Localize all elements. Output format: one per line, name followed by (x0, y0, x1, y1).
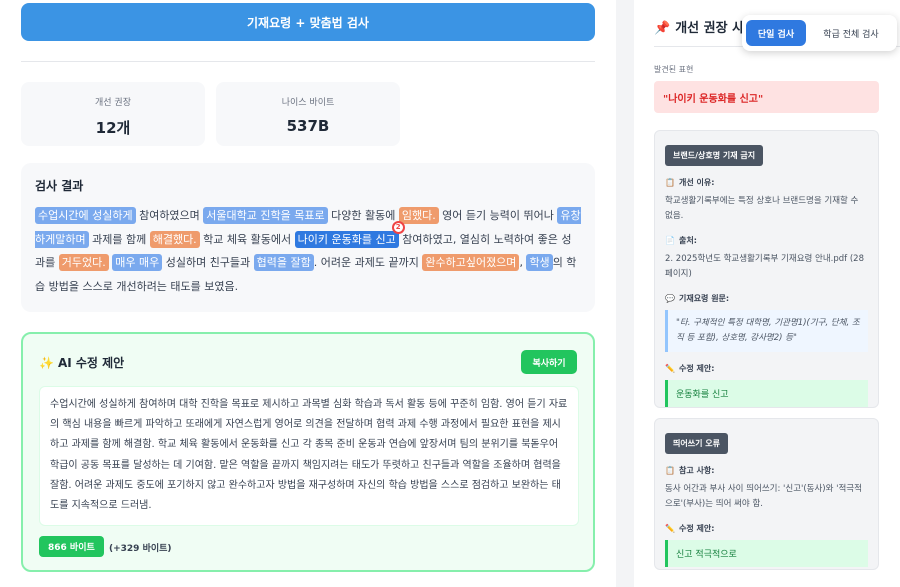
issue-tag: 띄어쓰기 오류 (665, 433, 728, 454)
sparkle-icon: ✨ (39, 356, 54, 370)
text-segment: . 어려운 과제도 끝까지 (313, 256, 423, 269)
section-label: 💬 기재요령 원문: (665, 293, 868, 304)
stat-recommend: 개선 권장 12개 (21, 82, 205, 146)
section-label-text: 개선 이유: (678, 178, 715, 187)
found-label: 발견된 표현 (654, 65, 694, 74)
text-segment: 영어 듣기 능력이 뛰어나 (438, 209, 558, 222)
result-text: 수업시간에 성실하게 참여하였으며 서울대학교 진학을 목표로 다양한 활동에 … (35, 204, 581, 298)
stat-label: 나이스 바이트 (281, 98, 335, 108)
divider (21, 61, 595, 62)
fix-suggestion[interactable]: 신고 적극적으로 (665, 540, 868, 567)
check-mode-toggle: 단일 검사 학급 전체 검사 (742, 15, 897, 51)
issue-tag: 브랜드/상호명 기재 금지 (665, 145, 764, 166)
highlight-phrase[interactable]: 서울대학교 진학을 목표로 (203, 207, 328, 224)
highlight-phrase[interactable]: 나이키 운동화를 신고 2 (294, 220, 405, 248)
section-label: 📋 개선 이유: (665, 177, 868, 188)
section-label: 📋 참고 사항: (665, 465, 868, 476)
stat-value: 537B (286, 117, 330, 135)
copy-button[interactable]: 복사하기 (521, 350, 577, 374)
stat-value: 12개 (95, 119, 131, 137)
clipboard-icon: 📋 (665, 466, 675, 475)
sidebar-title: 📌 개선 권장 사항 (654, 17, 756, 36)
highlight-phrase[interactable]: 임했다. (398, 207, 439, 224)
stat-neis-bytes: 나이스 바이트 537B (216, 82, 400, 146)
ai-title-text: AI 수정 제안 (57, 356, 125, 370)
pin-icon: 📌 (654, 21, 671, 36)
main-panel: 기재요령 + 맞춤법 검사 개선 권장 12개 나이스 바이트 537B 검사 … (0, 0, 616, 587)
result-title: 검사 결과 (35, 179, 84, 193)
section-label: 📄 출처: (665, 235, 868, 246)
text-segment: 학교 체육 활동에서 (199, 232, 295, 246)
pencil-icon: ✏️ (665, 364, 675, 373)
ai-suggestion-text: 수업시간에 성실하게 참여하며 대학 진학을 목표로 제시하고 과목별 심화 학… (39, 386, 579, 526)
ai-title: ✨ AI 수정 제안 (39, 354, 124, 371)
section-label-text: 수정 제안: (678, 524, 715, 533)
highlight-phrase[interactable]: 학생 (526, 254, 553, 271)
issue-count-badge: 2 (391, 220, 405, 234)
stat-label: 개선 권장 (95, 98, 131, 108)
text-segment: 참여하였으며 (135, 209, 204, 222)
section-body: 학교생활기록부에는 특정 상호나 브랜드명을 기재할 수 없음. (665, 196, 859, 221)
section-body: 2. 2025학년도 학교생활기록부 기재요령 안내.pdf (28페이지) (665, 254, 864, 279)
text-segment: 성실하며 친구들과 (162, 256, 254, 269)
sidebar-panel: 📌 개선 권장 사항 발견된 표현 "나이키 운동화를 신고" 브랜드/상호명 기… (634, 0, 900, 587)
document-icon: 📄 (665, 236, 675, 245)
guideline-quote: "타. 구체적인 특정 대학명, 기관명1)(기구, 단체, 조직 등 포함),… (665, 310, 868, 352)
section-label: ✏️ 수정 제안: (665, 523, 868, 534)
single-check-button[interactable]: 단일 검사 (746, 20, 806, 46)
speech-icon: 💬 (665, 294, 675, 303)
section-label: ✏️ 수정 제안: (665, 363, 868, 374)
highlight-phrase[interactable]: 해결했다. (149, 230, 200, 248)
highlight-phrase[interactable]: 매우 매우 (112, 254, 163, 271)
section-label-text: 참고 사항: (678, 466, 715, 475)
issue-card-brand: 브랜드/상호명 기재 금지 📋 개선 이유: 학교생활기록부에는 특정 상호나 브… (654, 130, 879, 408)
issue-card-spacing: 띄어쓰기 오류 📋 참고 사항: 동사 어간과 부사 사이 띄어쓰기: '신고'(… (654, 418, 879, 570)
text-segment: 과제를 함께 (88, 232, 150, 246)
section-body: 동사 어간과 부사 사이 띄어쓰기: '신고'(동사)와 '적극적으로'(부사)… (665, 484, 862, 509)
pencil-icon: ✏️ (665, 524, 675, 533)
highlight-phrase[interactable]: 완수하고싶어졌으며 (422, 254, 520, 271)
check-button[interactable]: 기재요령 + 맞춤법 검사 (21, 3, 595, 41)
bytes-badge: 866 바이트 (39, 536, 104, 557)
result-panel: 검사 결과 수업시간에 성실하게 참여하였으며 서울대학교 진학을 목표로 다양… (21, 163, 595, 312)
class-check-button[interactable]: 학급 전체 검사 (810, 20, 892, 46)
clipboard-icon: 📋 (665, 178, 675, 187)
highlight-phrase[interactable]: 협력을 잘함 (253, 254, 314, 271)
found-expression: "나이키 운동화를 신고" (654, 81, 879, 113)
section-label-text: 기재요령 원문: (678, 294, 730, 303)
ai-suggestion-panel: ✨ AI 수정 제안 복사하기 수업시간에 성실하게 참여하며 대학 진학을 목표… (21, 332, 595, 572)
bytes-diff: (+329 바이트) (109, 544, 172, 554)
section-label-text: 출처: (678, 236, 697, 245)
section-label-text: 수정 제안: (678, 364, 715, 373)
text-segment: 다양한 활동에 (327, 209, 399, 222)
fix-suggestion[interactable]: 운동화를 신고 (665, 380, 868, 407)
highlight-phrase[interactable]: 수업시간에 성실하게 (35, 207, 136, 224)
highlight-phrase[interactable]: 거두었다. (58, 254, 109, 271)
